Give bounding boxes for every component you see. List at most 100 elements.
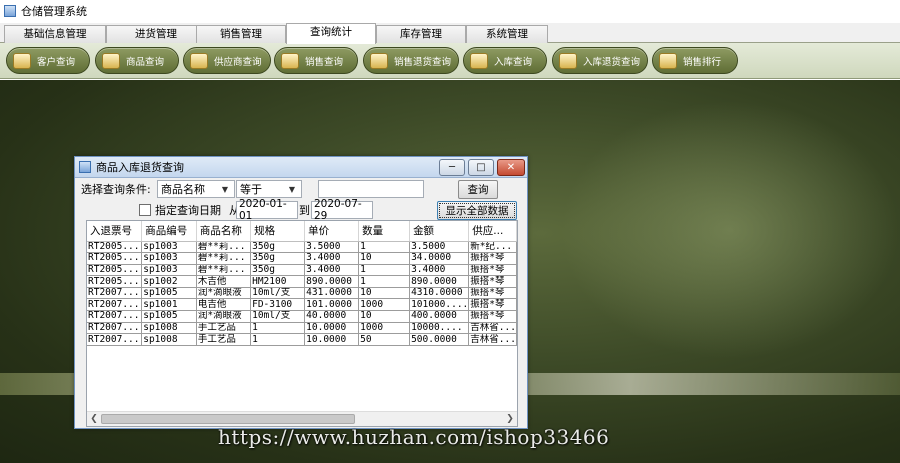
table-cell: RT2005... (87, 241, 143, 254)
app-title: 仓储管理系统 (21, 5, 87, 18)
date-filter-checkbox[interactable] (139, 204, 151, 216)
table-cell: 振搭*琴 (468, 252, 517, 265)
table-cell: 34.0000 (409, 252, 470, 265)
condition-label: 选择查询条件: (81, 183, 151, 196)
table-cell: RT2007... (87, 333, 143, 346)
date-to-field[interactable]: 2020-07-29 (311, 198, 373, 222)
column-header[interactable]: 供应... (468, 221, 517, 242)
dialog-icon (79, 161, 91, 173)
search-button[interactable]: 查询 (458, 180, 498, 199)
table-cell: 振搭*琴 (468, 310, 517, 323)
tab-purchase[interactable]: 进货管理 (106, 25, 206, 43)
table-cell: sp1008 (141, 322, 197, 335)
background-glow (560, 100, 900, 360)
watermark-text: https://www.huzhan.com/ishop33466 (218, 425, 610, 449)
results-grid[interactable]: 入退票号 商品编号 商品名称 规格 单价 数量 金额 供应... RT2005... sp100… (87, 221, 517, 346)
table-cell: RT2005... (87, 252, 143, 265)
table-cell: 3.4000 (304, 264, 360, 277)
table-cell: 吉林省... (468, 333, 517, 346)
table-cell: 4310.0000 (409, 287, 470, 300)
stock-in-return-icon (559, 52, 577, 69)
table-cell: 手工艺品 (196, 322, 252, 335)
table-cell: HM2100 (250, 275, 306, 288)
table-cell: 碧**莉... (196, 241, 252, 254)
table-cell: 振搭*琴 (468, 287, 517, 300)
stock-in-query-button[interactable]: 入库查询 (463, 47, 547, 74)
scroll-left-icon[interactable]: ❮ (88, 413, 100, 425)
table-row[interactable]: RT2007... sp1005 润*滴眼液 10ml/支 40.0000 10 400.0… (87, 310, 517, 323)
table-cell: 10 (358, 287, 411, 300)
table-row[interactable]: RT2007... sp1008 手工艺品 1 10.0000 1000 10000....… (87, 322, 517, 335)
tab-basic-info[interactable]: 基础信息管理 (4, 25, 106, 43)
search-input[interactable] (318, 180, 424, 198)
close-button[interactable]: ✕ (497, 159, 525, 176)
table-row[interactable]: RT2007... sp1008 手工艺品 1 10.0000 50 500.0000 吉林省… (87, 333, 517, 346)
table-cell: 手工艺品 (196, 333, 252, 346)
table-cell: sp1003 (141, 252, 197, 265)
table-cell: 3.4000 (304, 252, 360, 265)
field-select[interactable]: 商品名称 ▼ (157, 180, 235, 198)
scroll-right-icon[interactable]: ❯ (504, 413, 516, 425)
table-row[interactable]: RT2005... sp1003 碧**莉... 350g 3.4000 1 3.4000 振… (87, 264, 517, 277)
column-header[interactable]: 金额 (409, 221, 470, 242)
sales-return-icon (370, 52, 388, 69)
product-query-button[interactable]: 商品查询 (95, 47, 179, 74)
table-cell: 10ml/支 (250, 287, 306, 300)
column-header[interactable]: 数量 (358, 221, 411, 242)
table-cell: 1 (358, 275, 411, 288)
table-cell: 1 (250, 333, 306, 346)
ranking-icon (659, 52, 677, 69)
table-cell: 1 (358, 241, 411, 254)
table-cell: sp1002 (141, 275, 197, 288)
table-cell: 振搭*琴 (468, 298, 517, 312)
table-cell: 碧**莉... (196, 264, 252, 277)
scrollbar-thumb[interactable] (101, 414, 355, 424)
sales-query-button[interactable]: 销售查询 (274, 47, 358, 74)
customer-query-button[interactable]: 客户查询 (6, 47, 90, 74)
table-cell: 1 (358, 264, 411, 277)
column-header[interactable]: 入退票号 (87, 221, 143, 242)
column-header[interactable]: 商品名称 (196, 221, 252, 242)
date-from-field[interactable]: 2020-01-01 (236, 198, 298, 222)
maximize-button[interactable]: □ (468, 159, 494, 176)
horizontal-scrollbar[interactable]: ❮ ❯ (87, 411, 517, 426)
table-cell: 350g (250, 264, 306, 277)
table-row[interactable]: RT2005... sp1003 碧**莉... 350g 3.4000 10 34.000… (87, 252, 517, 265)
table-row[interactable]: RT2005... sp1003 碧**莉... 350g 3.5000 1 3.5000 新… (87, 241, 517, 254)
table-cell: 吉林省... (468, 322, 517, 335)
table-row[interactable]: RT2007... sp1005 润*滴眼液 10ml/支 431.0000 10 4310… (87, 287, 517, 300)
table-cell: 碧**莉... (196, 252, 252, 265)
table-cell: 890.0000 (304, 275, 360, 288)
results-table[interactable]: 入退票号 商品编号 商品名称 规格 单价 数量 金额 供应... RT2005... sp100… (86, 220, 518, 427)
table-cell: 木吉他 (196, 275, 252, 288)
sales-return-query-button[interactable]: 销售退货查询 (363, 47, 459, 74)
table-cell: sp1001 (141, 298, 197, 312)
table-cell: 1000 (358, 322, 411, 335)
sales-icon (281, 52, 299, 69)
table-cell: 电吉他 (196, 298, 252, 312)
table-cell: RT2007... (87, 298, 143, 312)
show-all-button[interactable]: 显示全部数据 (437, 201, 517, 220)
column-header[interactable]: 商品编号 (141, 221, 197, 242)
tab-system[interactable]: 系统管理 (466, 25, 548, 43)
column-header[interactable]: 单价 (304, 221, 360, 242)
tab-sales[interactable]: 销售管理 (196, 25, 286, 43)
customer-icon (13, 52, 31, 69)
table-cell: 新*纪... (468, 241, 517, 254)
tab-inventory[interactable]: 库存管理 (376, 25, 466, 43)
column-header[interactable]: 规格 (250, 221, 306, 242)
table-cell: 10 (358, 310, 411, 323)
table-row[interactable]: RT2007... sp1001 电吉他 FD-3100 101.0000 1000 101… (87, 298, 517, 312)
app-titlebar: 仓储管理系统 (0, 0, 900, 22)
table-cell: 10 (358, 252, 411, 265)
sales-ranking-button[interactable]: 销售排行 (652, 47, 738, 74)
supplier-icon (190, 52, 208, 69)
stock-in-return-query-button[interactable]: 入库退货查询 (552, 47, 648, 74)
operator-select[interactable]: 等于 ▼ (236, 180, 302, 198)
chevron-down-icon: ▼ (221, 184, 229, 194)
table-row[interactable]: RT2005... sp1002 木吉他 HM2100 890.0000 1 890.000… (87, 275, 517, 288)
table-cell: RT2005... (87, 275, 143, 288)
minimize-button[interactable]: ─ (439, 159, 465, 176)
supplier-query-button[interactable]: 供应商查询 (183, 47, 271, 74)
tab-query-stats[interactable]: 查询统计 (286, 23, 376, 44)
